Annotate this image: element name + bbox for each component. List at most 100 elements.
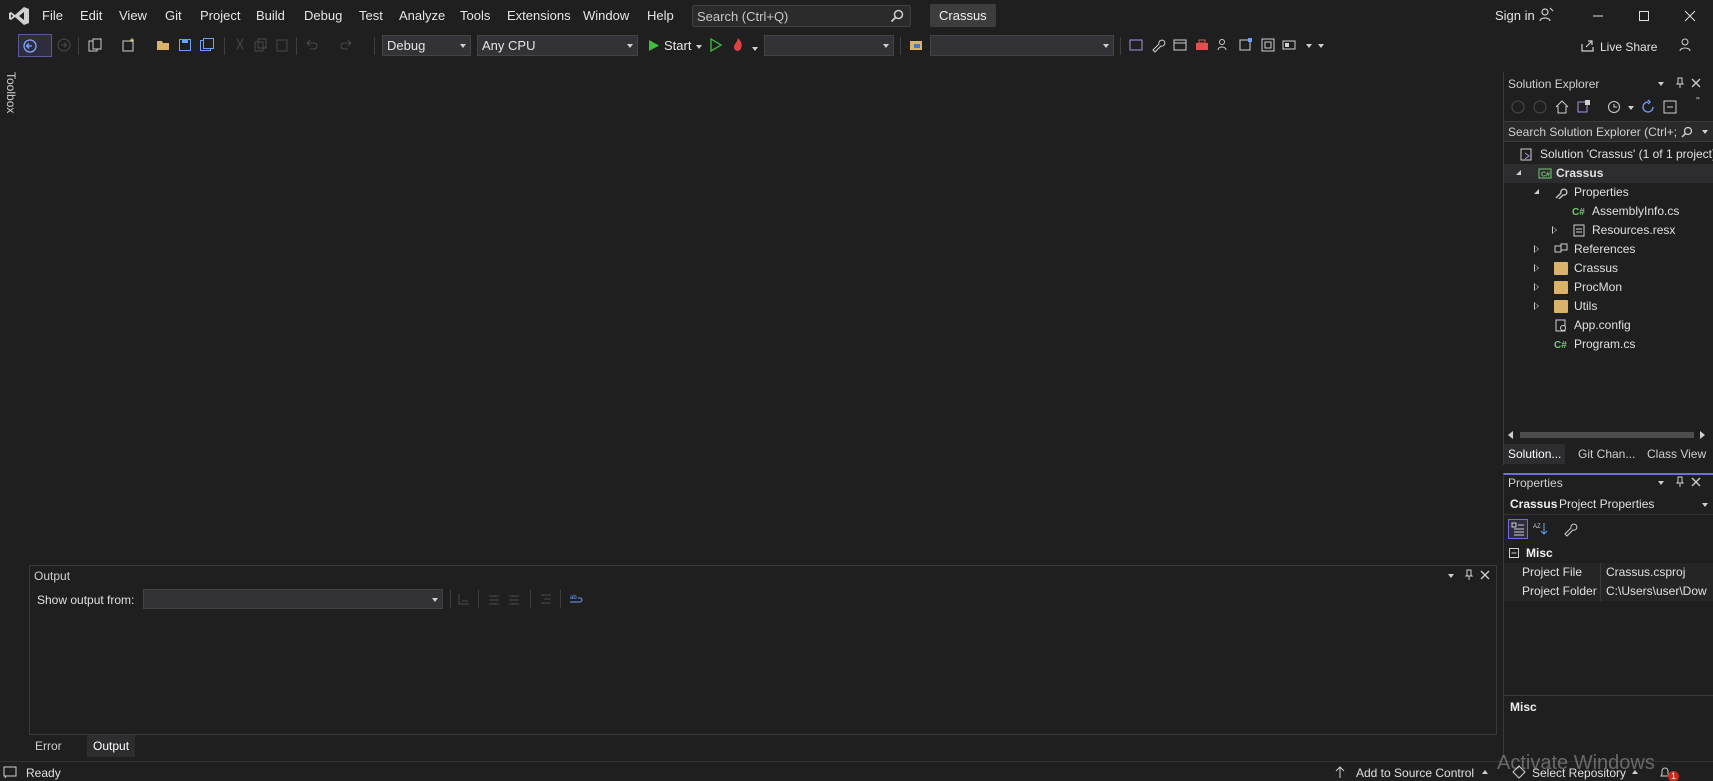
expanded-arrow-icon[interactable] bbox=[1516, 170, 1521, 175]
property-row-project-file[interactable]: Project File Crassus.csproj bbox=[1504, 563, 1713, 582]
new-project-icon[interactable] bbox=[120, 37, 136, 53]
menu-window[interactable]: Window bbox=[583, 7, 629, 25]
pin-icon[interactable] bbox=[1674, 476, 1686, 488]
hot-reload-icon[interactable] bbox=[730, 37, 746, 53]
collapsed-arrow-icon[interactable] bbox=[1534, 245, 1539, 253]
class-view-icon[interactable] bbox=[1260, 37, 1276, 53]
tab-class-view[interactable]: Class View bbox=[1643, 444, 1710, 464]
property-row-project-folder[interactable]: Project Folder C:\Users\user\Dow bbox=[1504, 582, 1713, 601]
tree-item-resources[interactable]: Resources.resx bbox=[1504, 221, 1713, 240]
solution-configurations-icon[interactable] bbox=[87, 37, 103, 53]
scroll-left-icon[interactable] bbox=[1508, 431, 1513, 439]
property-category-misc[interactable]: Misc bbox=[1504, 544, 1713, 563]
output-status-icon[interactable] bbox=[3, 765, 17, 779]
previous-message-icon[interactable] bbox=[486, 591, 502, 607]
solution-configuration-dropdown[interactable]: Debug bbox=[382, 35, 471, 56]
account-settings-icon[interactable] bbox=[1538, 7, 1554, 23]
toolbar-overflow-icon[interactable] bbox=[1318, 44, 1324, 48]
live-share-button[interactable]: Live Share bbox=[1600, 40, 1657, 54]
toolbox-side-tab[interactable]: Toolbox bbox=[4, 70, 20, 118]
debug-target-dropdown[interactable] bbox=[764, 35, 894, 56]
global-search-box[interactable] bbox=[692, 5, 911, 27]
solution-search-input[interactable] bbox=[1504, 122, 1684, 141]
scrollbar-thumb[interactable] bbox=[1520, 432, 1694, 438]
toolbox-icon[interactable] bbox=[1194, 37, 1210, 53]
redo-icon[interactable] bbox=[338, 37, 354, 53]
undo-icon[interactable] bbox=[304, 37, 320, 53]
solution-platform-dropdown[interactable]: Any CPU bbox=[477, 35, 638, 56]
tab-git-changes[interactable]: Git Chan... bbox=[1574, 444, 1639, 464]
save-icon[interactable] bbox=[177, 37, 193, 53]
tree-item-assemblyinfo[interactable]: C# AssemblyInfo.cs bbox=[1504, 202, 1713, 221]
tree-item-solution[interactable]: Solution 'Crassus' (1 of 1 project) bbox=[1504, 145, 1713, 164]
save-all-icon[interactable] bbox=[199, 37, 215, 53]
cut-icon[interactable] bbox=[232, 37, 248, 53]
chevron-down-icon[interactable] bbox=[752, 47, 758, 51]
categorized-button[interactable] bbox=[1508, 519, 1528, 539]
scroll-right-icon[interactable] bbox=[1700, 431, 1705, 439]
property-pages-icon[interactable] bbox=[1562, 521, 1578, 537]
window-position-icon[interactable] bbox=[1658, 82, 1664, 86]
close-icon[interactable] bbox=[1690, 476, 1702, 488]
pin-icon[interactable] bbox=[1463, 569, 1475, 581]
copy-icon[interactable] bbox=[252, 37, 268, 53]
startup-item-dropdown[interactable] bbox=[930, 35, 1114, 56]
menu-edit[interactable]: Edit bbox=[80, 7, 102, 25]
menu-test[interactable]: Test bbox=[359, 7, 383, 25]
window-position-icon[interactable] bbox=[1658, 481, 1664, 485]
navigate-back-button[interactable] bbox=[18, 34, 52, 57]
toolbar-extension-icon[interactable] bbox=[1128, 37, 1144, 53]
sign-in-link[interactable]: Sign in bbox=[1495, 8, 1535, 23]
find-message-icon[interactable] bbox=[456, 591, 472, 607]
close-window-icon[interactable] bbox=[1670, 4, 1710, 28]
collapsed-arrow-icon[interactable] bbox=[1534, 283, 1539, 291]
collapse-all-icon[interactable] bbox=[1662, 99, 1678, 115]
expanded-arrow-icon[interactable] bbox=[1534, 189, 1539, 194]
pending-changes-filter-icon[interactable] bbox=[1606, 99, 1622, 115]
startup-project-icon[interactable] bbox=[908, 37, 924, 53]
collapse-category-icon[interactable] bbox=[1509, 548, 1519, 558]
menu-file[interactable]: File bbox=[42, 7, 63, 25]
next-message-icon[interactable] bbox=[506, 591, 522, 607]
close-icon[interactable] bbox=[1690, 77, 1702, 89]
add-to-source-control-button[interactable]: Add to Source Control bbox=[1356, 766, 1474, 780]
tree-item-program-cs[interactable]: C# Program.cs bbox=[1504, 335, 1713, 354]
tab-error-list[interactable]: Error List bbox=[29, 735, 68, 775]
collapsed-arrow-icon[interactable] bbox=[1534, 302, 1539, 310]
menu-build[interactable]: Build bbox=[256, 7, 285, 25]
tab-output[interactable]: Output bbox=[87, 735, 136, 757]
output-source-dropdown[interactable] bbox=[143, 589, 443, 609]
start-debugging-button[interactable]: Start bbox=[644, 35, 706, 57]
switch-views-icon[interactable] bbox=[1576, 99, 1592, 115]
feedback-icon[interactable] bbox=[1678, 37, 1694, 53]
chevron-down-icon[interactable] bbox=[1628, 106, 1634, 110]
start-without-debugging-icon[interactable] bbox=[708, 37, 724, 53]
menu-git[interactable]: Git bbox=[165, 7, 182, 25]
tree-item-folder-utils[interactable]: Utils bbox=[1504, 297, 1713, 316]
forward-arrow-icon[interactable] bbox=[56, 37, 72, 53]
menu-analyze[interactable]: Analyze bbox=[399, 7, 445, 25]
tree-item-properties[interactable]: Properties bbox=[1504, 183, 1713, 202]
forward-icon[interactable] bbox=[1532, 99, 1548, 115]
chevron-down-icon[interactable] bbox=[1306, 44, 1312, 48]
tree-item-folder-procmon[interactable]: ProcMon bbox=[1504, 278, 1713, 297]
menu-tools[interactable]: Tools bbox=[460, 7, 490, 25]
word-wrap-icon[interactable]: ab bbox=[568, 591, 584, 607]
wrench-icon[interactable] bbox=[1150, 37, 1166, 53]
alphabetical-sort-icon[interactable]: AZ bbox=[1532, 521, 1548, 537]
collapsed-arrow-icon[interactable] bbox=[1534, 264, 1539, 272]
properties-object-selector[interactable]: Crassus Project Properties bbox=[1504, 494, 1713, 515]
back-icon[interactable] bbox=[1510, 99, 1526, 115]
minimize-icon[interactable] bbox=[1578, 4, 1618, 28]
tree-item-references[interactable]: References bbox=[1504, 240, 1713, 259]
window-layout-icon[interactable] bbox=[1172, 37, 1188, 53]
open-file-icon[interactable] bbox=[155, 37, 171, 53]
menu-extensions[interactable]: Extensions bbox=[507, 7, 571, 25]
pin-icon[interactable] bbox=[1674, 77, 1686, 89]
clear-all-icon[interactable] bbox=[538, 591, 554, 607]
window-position-icon[interactable] bbox=[1448, 574, 1454, 578]
chevron-down-icon[interactable] bbox=[1702, 130, 1708, 134]
horizontal-scrollbar[interactable] bbox=[1508, 430, 1708, 440]
tab-solution-explorer[interactable]: Solution... bbox=[1504, 444, 1566, 464]
menu-project[interactable]: Project bbox=[200, 7, 240, 25]
